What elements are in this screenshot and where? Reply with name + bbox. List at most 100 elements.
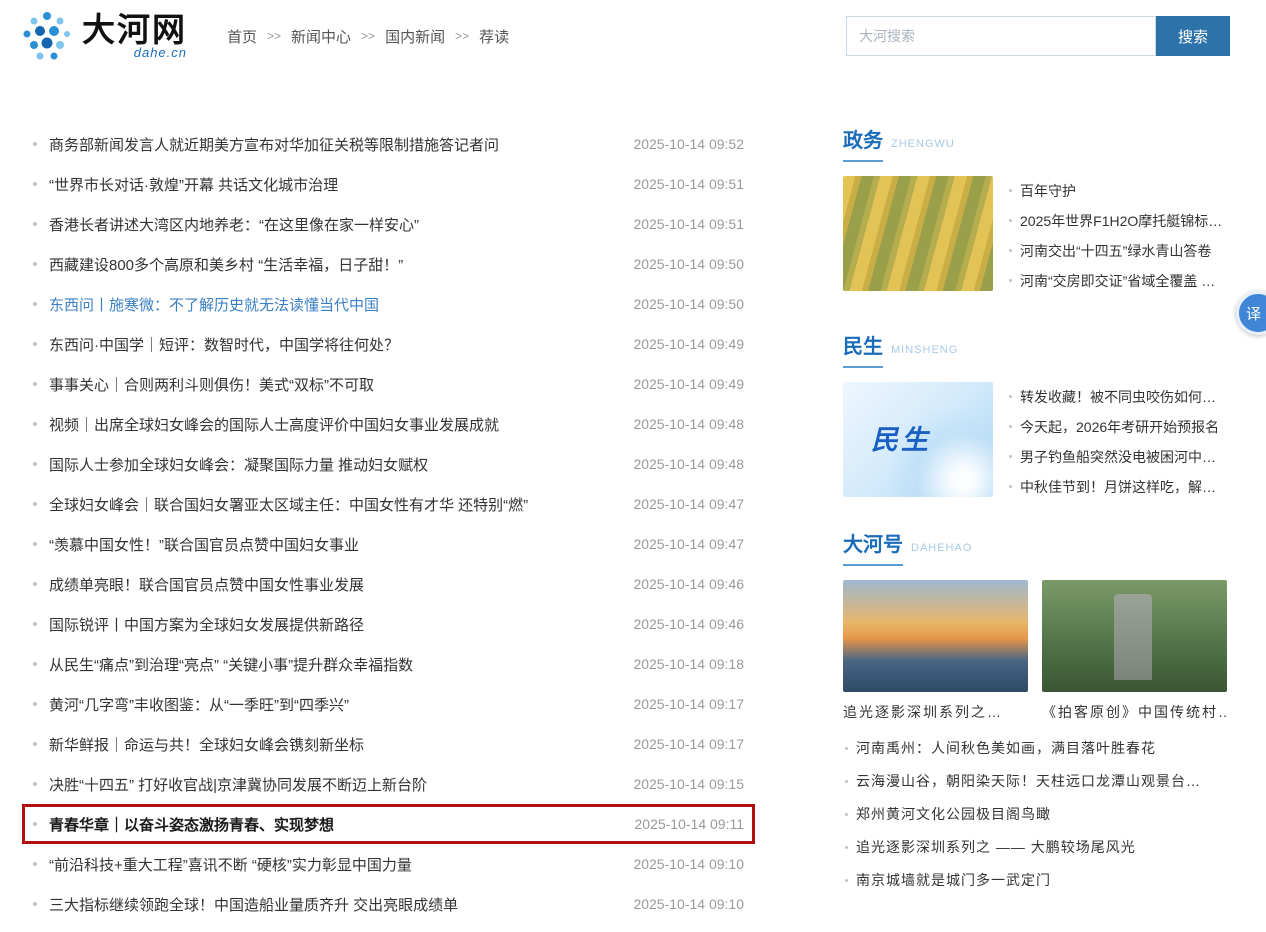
breadcrumb-link[interactable]: 首页: [227, 26, 257, 47]
list-item: 男子钓鱼船突然没电被困河中…: [1007, 442, 1228, 472]
sidebar-news-link[interactable]: 河南“交房即交证”省域全覆盖 …: [1020, 266, 1215, 296]
sidebar-news-link[interactable]: 今天起，2026年考研开始预报名: [1020, 412, 1219, 442]
bullet-icon: [33, 342, 37, 346]
news-time: 2025-10-14 09:17: [633, 696, 744, 712]
list-item: 转发收藏！被不同虫咬伤如何…: [1007, 382, 1228, 412]
dahehao-card[interactable]: 《拍客原创》中国传统村…: [1042, 580, 1227, 722]
breadcrumb-link[interactable]: 国内新闻: [385, 26, 445, 47]
bullet-icon: [845, 846, 848, 849]
section-title-zhengwu[interactable]: 政务: [843, 124, 883, 162]
sidebar-news-link[interactable]: 中秋佳节到！月饼这样吃，解…: [1020, 472, 1216, 502]
minsheng-thumbnail-image[interactable]: 民生: [843, 382, 993, 497]
news-time: 2025-10-14 09:47: [633, 496, 744, 512]
list-item: 河南禹州：人间秋色美如画，满目落叶胜春花: [843, 732, 1228, 765]
card-caption[interactable]: 《拍客原创》中国传统村…: [1042, 702, 1227, 722]
news-time: 2025-10-14 09:18: [633, 656, 744, 672]
news-link[interactable]: 商务部新闻发言人就近期美方宣布对华加征关税等限制措施答记者问: [49, 134, 621, 155]
sidebar-news-link[interactable]: 转发收藏！被不同虫咬伤如何…: [1020, 382, 1216, 412]
news-link[interactable]: “世界市长对话·敦煌”开幕 共话文化城市治理: [49, 174, 621, 195]
search-button[interactable]: 搜索: [1156, 16, 1230, 56]
breadcrumb-link[interactable]: 新闻中心: [291, 26, 351, 47]
news-link[interactable]: 决胜“十四五” 打好收官战|京津冀协同发展不断迈上新台阶: [49, 774, 621, 795]
logo-text: 大河网 dahe.cn: [82, 13, 187, 60]
news-link[interactable]: 三大指标继续领跑全球！中国造船业量质齐升 交出亮眼成绩单: [49, 894, 621, 915]
bullet-icon: [33, 822, 37, 826]
bullet-icon: [33, 662, 37, 666]
section-title-minsheng[interactable]: 民生: [843, 330, 883, 368]
news-time: 2025-10-14 09:10: [633, 896, 744, 912]
news-time: 2025-10-14 09:46: [633, 576, 744, 592]
news-link[interactable]: 国际人士参加全球妇女峰会：凝聚国际力量 推动妇女赋权: [49, 454, 621, 475]
page: 大河网 dahe.cn 首页 >> 新闻中心 >> 国内新闻 >> 荐读 搜索: [0, 0, 1266, 932]
card-caption[interactable]: 追光逐影深圳系列之…: [843, 702, 1028, 722]
news-link[interactable]: 青春华章｜以奋斗姿态激扬青春、实现梦想: [49, 814, 623, 835]
dahehao-card[interactable]: 追光逐影深圳系列之…: [843, 580, 1028, 722]
bullet-icon: [33, 542, 37, 546]
bullet-icon: [33, 182, 37, 186]
zhengwu-thumbnail-image[interactable]: [843, 176, 993, 291]
logo-title: 大河网: [82, 13, 187, 47]
news-time: 2025-10-14 09:10: [633, 856, 744, 872]
dahehao-cards: 追光逐影深圳系列之… 《拍客原创》中国传统村…: [843, 580, 1228, 722]
minsheng-image-text: 民生: [871, 418, 931, 457]
news-time: 2025-10-14 09:51: [633, 216, 744, 232]
news-time: 2025-10-14 09:49: [633, 376, 744, 392]
sidebar-news-link[interactable]: 云海漫山谷，朝阳染天际！天柱远口龙潭山观景台…: [856, 765, 1201, 798]
sidebar-news-link[interactable]: 河南禹州：人间秋色美如画，满目落叶胜春花: [856, 732, 1156, 765]
sidebar-news-link[interactable]: 追光逐影深圳系列之 —— 大鹏较场尾风光: [856, 831, 1136, 864]
news-row: 国际人士参加全球妇女峰会：凝聚国际力量 推动妇女赋权 2025-10-14 09…: [22, 444, 755, 484]
news-link[interactable]: 新华鲜报｜命运与共！全球妇女峰会镌刻新坐标: [49, 734, 621, 755]
sidebar-news-link[interactable]: 南京城墙就是城门多一武定门: [856, 864, 1051, 897]
news-link[interactable]: 东西问丨施寒微：不了解历史就无法读懂当代中国: [49, 294, 621, 315]
list-item: 南京城墙就是城门多一武定门: [843, 864, 1228, 897]
logo-globe-icon: [20, 9, 74, 63]
news-link[interactable]: “羡慕中国女性！”联合国官员点赞中国妇女事业: [49, 534, 621, 555]
news-row: 从民生“痛点”到治理“亮点” “关键小事”提升群众幸福指数 2025-10-14…: [22, 644, 755, 684]
sidebar-news-link[interactable]: 河南交出“十四五”绿水青山答卷: [1020, 236, 1211, 266]
sidebar-news-link[interactable]: 男子钓鱼船突然没电被困河中…: [1020, 442, 1216, 472]
bullet-icon: [845, 780, 848, 783]
bullet-icon: [1009, 455, 1012, 458]
news-link[interactable]: 成绩单亮眼！联合国官员点赞中国女性事业发展: [49, 574, 621, 595]
news-time: 2025-10-14 09:50: [633, 256, 744, 272]
bullet-icon: [33, 702, 37, 706]
sunset-city-thumbnail-image: [843, 580, 1028, 692]
news-row: 新华鲜报｜命运与共！全球妇女峰会镌刻新坐标 2025-10-14 09:17: [22, 724, 755, 764]
news-link[interactable]: 东西问·中国学｜短评：数智时代，中国学将往何处？: [49, 334, 621, 355]
sidebar-news-link[interactable]: 百年守护: [1020, 176, 1076, 206]
section-header: 大河号 DAHEHAO: [843, 528, 1228, 566]
news-link[interactable]: 西藏建设800多个高原和美乡村 “生活幸福，日子甜！”: [49, 254, 621, 275]
bullet-icon: [1009, 485, 1012, 488]
search-input[interactable]: [846, 16, 1156, 56]
minsheng-list: 转发收藏！被不同虫咬伤如何… 今天起，2026年考研开始预报名 男子钓鱼船突然没…: [1007, 382, 1228, 502]
news-link[interactable]: 从民生“痛点”到治理“亮点” “关键小事”提升群众幸福指数: [49, 654, 621, 675]
bullet-icon: [33, 142, 37, 146]
news-row: 东西问丨施寒微：不了解历史就无法读懂当代中国 2025-10-14 09:50: [22, 284, 755, 324]
breadcrumb-separator: >>: [267, 29, 281, 43]
news-link[interactable]: “前沿科技+重大工程”喜讯不断 “硬核”实力彰显中国力量: [49, 854, 621, 875]
sidebar-news-link[interactable]: 郑州黄河文化公园极目阁鸟瞰: [856, 798, 1051, 831]
news-link[interactable]: 事事关心｜合则两利斗则俱伤！美式“双标”不可取: [49, 374, 621, 395]
bullet-icon: [1009, 279, 1012, 282]
news-row: “世界市长对话·敦煌”开幕 共话文化城市治理 2025-10-14 09:51: [22, 164, 755, 204]
bullet-icon: [33, 782, 37, 786]
news-link[interactable]: 黄河“几字弯”丰收图鉴：从“一季旺”到“四季兴”: [49, 694, 621, 715]
news-link[interactable]: 全球妇女峰会｜联合国妇女署亚太区域主任：中国女性有才华 还特别“燃”: [49, 494, 621, 515]
news-link[interactable]: 视频｜出席全球妇女峰会的国际人士高度评价中国妇女事业发展成就: [49, 414, 621, 435]
news-link[interactable]: 香港长者讲述大湾区内地养老：“在这里像在家一样安心”: [49, 214, 621, 235]
news-link[interactable]: 国际锐评丨中国方案为全球妇女发展提供新路径: [49, 614, 621, 635]
news-row: 西藏建设800多个高原和美乡村 “生活幸福，日子甜！” 2025-10-14 0…: [22, 244, 755, 284]
news-time: 2025-10-14 09:49: [633, 336, 744, 352]
bullet-icon: [33, 382, 37, 386]
section-subtitle: ZHENGWU: [891, 138, 955, 150]
section-title-dahehao[interactable]: 大河号: [843, 528, 903, 566]
zhengwu-list: 百年守护 2025年世界F1H2O摩托艇锦标… 河南交出“十四五”绿水青山答卷: [1007, 176, 1228, 296]
breadcrumb-link[interactable]: 荐读: [479, 26, 509, 47]
news-row: 全球妇女峰会｜联合国妇女署亚太区域主任：中国女性有才华 还特别“燃” 2025-…: [22, 484, 755, 524]
news-time: 2025-10-14 09:48: [633, 456, 744, 472]
bullet-icon: [1009, 219, 1012, 222]
section-minsheng: 民生 MINSHENG 民生 转发收藏！被不同虫咬伤如何…: [843, 330, 1228, 502]
sidebar-news-link[interactable]: 2025年世界F1H2O摩托艇锦标…: [1020, 206, 1222, 236]
site-logo[interactable]: 大河网 dahe.cn: [20, 9, 187, 63]
section-header: 民生 MINSHENG: [843, 330, 1228, 368]
